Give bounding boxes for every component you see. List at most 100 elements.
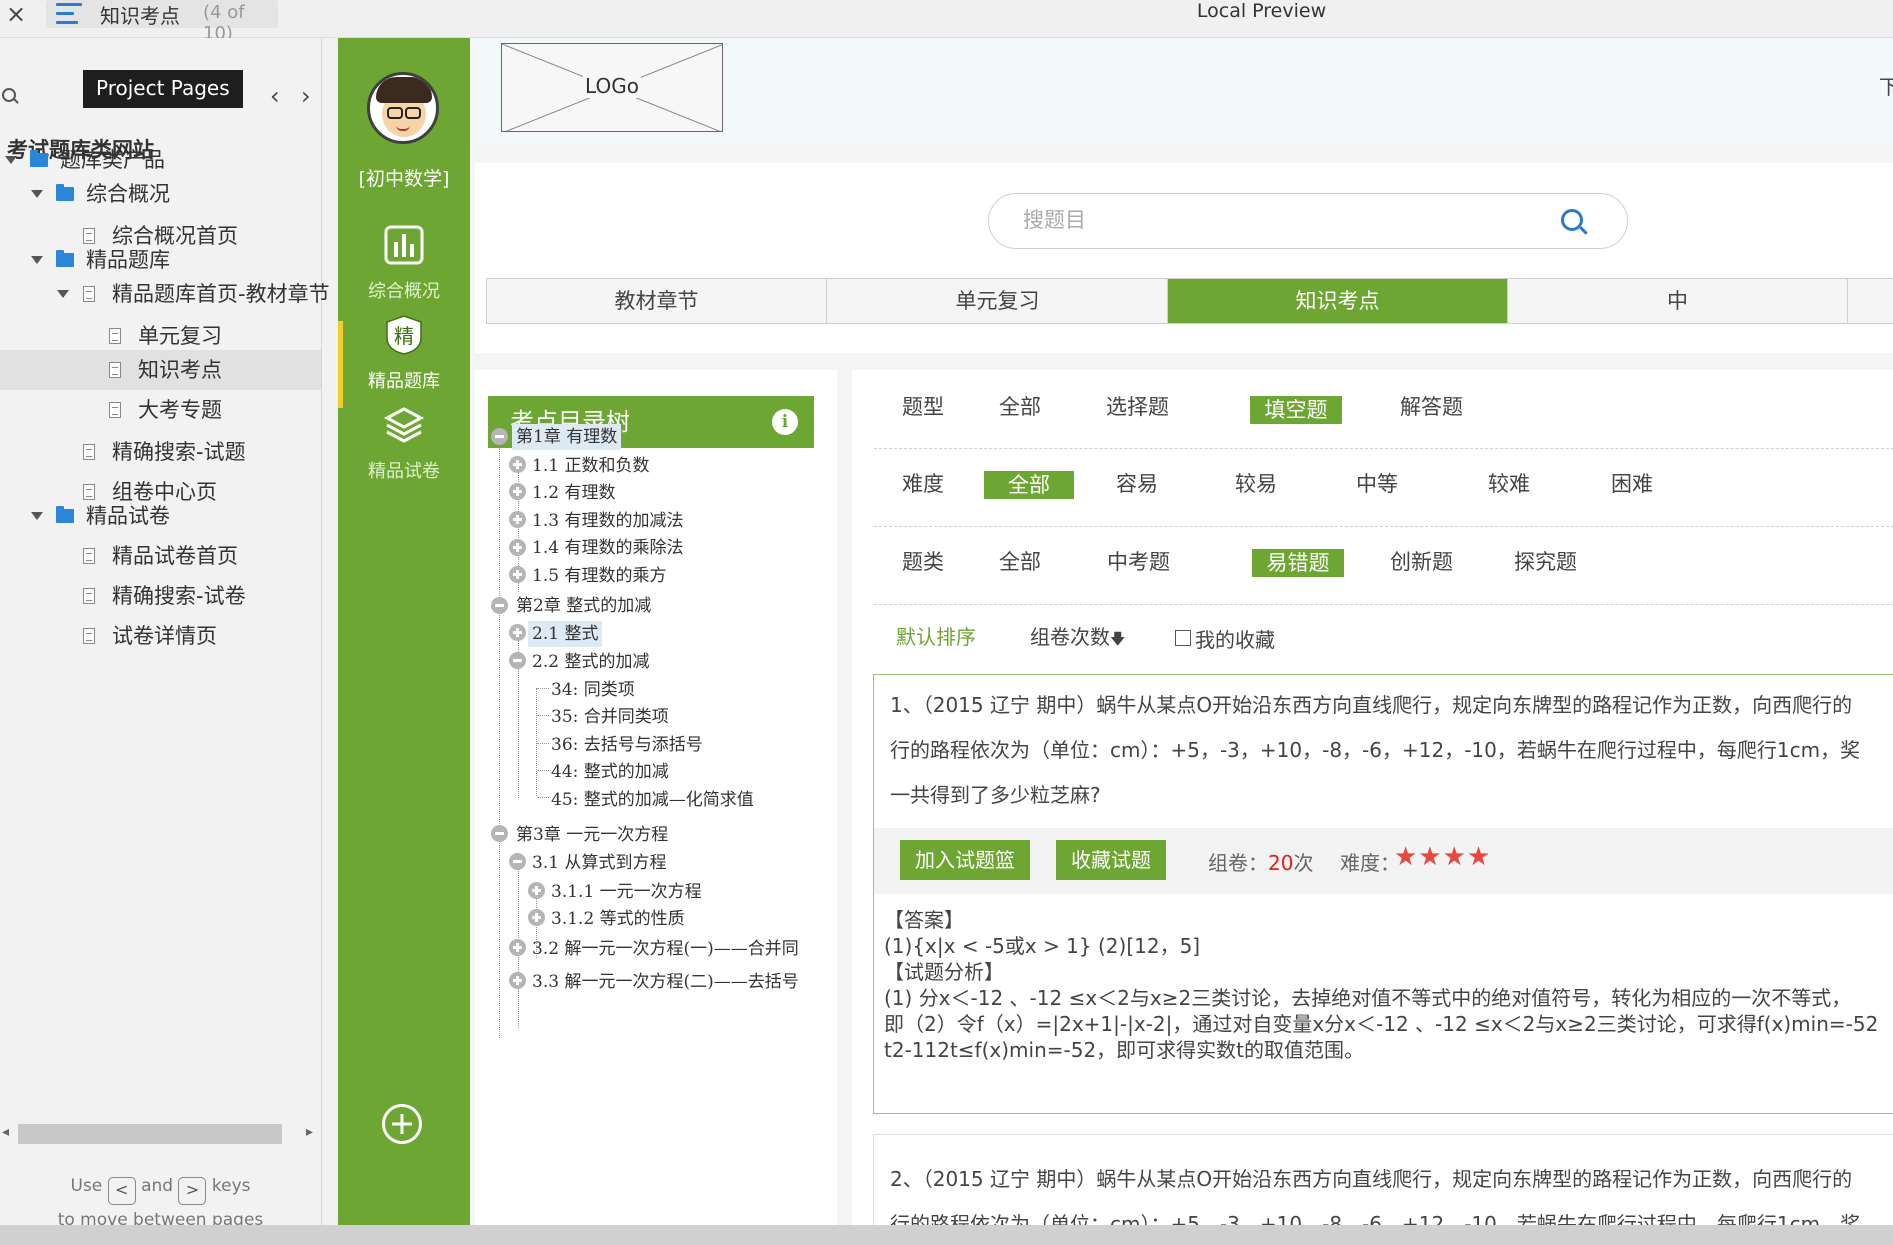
tab-textbook-chapters[interactable]: 教材章节 [487, 279, 827, 323]
next-page-arrow[interactable]: › [301, 82, 311, 110]
filter-category-all[interactable]: 全部 [999, 545, 1041, 579]
expand-icon[interactable] [509, 456, 526, 473]
tree-node-chapter-2[interactable]: 第2章 整式的加减 [516, 593, 651, 619]
collapse-icon[interactable] [491, 825, 508, 842]
tree-node-kp-44[interactable]: 44: 整式的加减 [551, 759, 669, 785]
filter-difficulty-fairly-hard[interactable]: 较难 [1488, 467, 1530, 501]
tree-node-kp-36[interactable]: 36: 去括号与添括号 [551, 732, 703, 758]
tree-node-1-3[interactable]: 1.3 有理数的加减法 [532, 508, 683, 534]
page-icon [109, 362, 121, 378]
question-actions: 加入试题篮 收藏试题 组卷：20次 难度： ★★★★ [874, 828, 1893, 894]
expand-triangle-icon[interactable] [31, 512, 43, 520]
collapse-icon[interactable] [491, 597, 508, 614]
nav-overview[interactable]: 综合概况 [338, 224, 470, 303]
filter-difficulty-easy[interactable]: 容易 [1116, 467, 1158, 501]
search-icon[interactable] [1561, 209, 1583, 231]
nav-premium-bank[interactable]: 精 精品题库 [338, 314, 470, 393]
tree-node-3-1[interactable]: 3.1 从算式到方程 [532, 850, 666, 876]
search-icon[interactable] [2, 88, 16, 102]
add-to-basket-button[interactable]: 加入试题篮 [900, 840, 1030, 880]
tree-node-3-1-1[interactable]: 3.1.1 一元一次方程 [551, 879, 702, 905]
sidebar-item-precise-search-papers[interactable]: 精确搜索-试卷 [0, 576, 321, 616]
user-avatar[interactable] [367, 72, 439, 144]
filter-type-fill-blank[interactable]: 填空题 [1250, 396, 1342, 424]
add-circle-icon[interactable] [382, 1104, 422, 1144]
tree-node-1-5[interactable]: 1.5 有理数的乘方 [532, 563, 666, 589]
tab-knowledge-points[interactable]: 知识考点 [1168, 279, 1508, 323]
tree-node-1-4[interactable]: 1.4 有理数的乘除法 [532, 535, 683, 561]
difficulty-stars: ★★★★ [1394, 842, 1492, 872]
filter-type-all[interactable]: 全部 [999, 390, 1041, 424]
expand-icon[interactable] [509, 511, 526, 528]
main-content: LOGo 下 教材章节 单元复习 知识考点 中 考点目录树 i [470, 38, 1893, 1236]
tree-node-3-2[interactable]: 3.2 解一元一次方程(一)——合并同 [532, 936, 799, 962]
tree-node-chapter-3[interactable]: 第3章 一元一次方程 [516, 822, 668, 848]
tree-node-1-2[interactable]: 1.2 有理数 [532, 480, 615, 506]
expand-icon[interactable] [509, 624, 526, 641]
horizontal-scrollbar[interactable] [18, 1124, 282, 1144]
sidebar-item-precise-search-questions[interactable]: 精确搜索-试题 [0, 432, 321, 472]
sidebar-item-premium-papers[interactable]: 精品试卷 [0, 496, 321, 536]
tree-node-kp-35[interactable]: 35: 合并同类项 [551, 704, 669, 730]
expand-triangle-icon[interactable] [31, 190, 43, 198]
subject-label[interactable]: [初中数学] [338, 164, 470, 191]
filter-row-difficulty: 难度 全部 容易 较易 中等 较难 困难 [874, 449, 1893, 527]
sort-default[interactable]: 默认排序 [896, 621, 976, 650]
expand-triangle-icon[interactable] [57, 290, 69, 298]
collapse-icon[interactable] [509, 853, 526, 870]
expand-icon[interactable] [509, 972, 526, 989]
page-icon [83, 588, 95, 604]
filter-type-choice[interactable]: 选择题 [1106, 390, 1169, 424]
filter-category-inquiry[interactable]: 探究题 [1514, 545, 1577, 579]
expand-icon[interactable] [528, 909, 545, 926]
scroll-left-arrow[interactable]: ◂ [2, 1124, 9, 1140]
tab-unit-review[interactable]: 单元复习 [828, 279, 1168, 323]
filter-type-answer[interactable]: 解答题 [1400, 390, 1463, 424]
expand-icon[interactable] [528, 882, 545, 899]
filter-difficulty-fairly-easy[interactable]: 较易 [1235, 467, 1277, 501]
collapse-icon[interactable] [491, 428, 508, 445]
favorites-checkbox[interactable] [1175, 630, 1191, 646]
sidebar-item-knowledge-points[interactable]: 知识考点 [0, 350, 321, 390]
sidebar-item-major-exam[interactable]: 大考专题 [0, 390, 321, 430]
my-favorites-filter[interactable]: 我的收藏 [1175, 624, 1275, 653]
tree-node-kp-34[interactable]: 34: 同类项 [551, 677, 635, 703]
sort-by-count[interactable]: 组卷次数🡇 [1030, 621, 1125, 654]
favorite-question-button[interactable]: 收藏试题 [1056, 840, 1166, 880]
tab-more[interactable]: 中 [1508, 279, 1848, 323]
filter-difficulty-all[interactable]: 全部 [984, 471, 1074, 499]
tree-node-chapter-1[interactable]: 第1章 有理数 [512, 424, 622, 450]
tree-node-2-2[interactable]: 2.2 整式的加减 [532, 649, 649, 675]
tree-node-2-1[interactable]: 2.1 整式 [528, 621, 603, 647]
sidebar-item-paper-details[interactable]: 试卷详情页 [0, 616, 321, 656]
expand-triangle-icon[interactable] [31, 256, 43, 264]
filter-category-innovative[interactable]: 创新题 [1390, 545, 1453, 579]
expand-icon[interactable] [509, 939, 526, 956]
bottom-scrollbar[interactable] [0, 1225, 1893, 1245]
sidebar-item-overview[interactable]: 综合概况 [0, 174, 321, 214]
filter-difficulty-medium[interactable]: 中等 [1356, 467, 1398, 501]
filter-category-zhongkao[interactable]: 中考题 [1107, 545, 1170, 579]
expand-triangle-icon[interactable] [5, 156, 17, 164]
expand-icon[interactable] [509, 539, 526, 556]
nav-premium-papers[interactable]: 精品试卷 [338, 404, 470, 483]
scroll-right-arrow[interactable]: ▸ [306, 1124, 313, 1140]
filter-difficulty-hard[interactable]: 困难 [1611, 467, 1653, 501]
logo-placeholder[interactable]: LOGo [501, 43, 723, 132]
collapse-icon[interactable] [509, 652, 526, 669]
tree-node-kp-45[interactable]: 45: 整式的加减—化简求值 [551, 787, 754, 813]
expand-icon[interactable] [509, 483, 526, 500]
tree-node-3-1-2[interactable]: 3.1.2 等式的性质 [551, 906, 685, 932]
previous-page-arrow[interactable]: ‹ [270, 82, 280, 110]
sidebar-item-premium-papers-home[interactable]: 精品试卷首页 [0, 536, 321, 576]
tree-node-1-1[interactable]: 1.1 正数和负数 [532, 453, 649, 479]
search-input[interactable] [1023, 206, 1543, 236]
expand-icon[interactable] [509, 566, 526, 583]
header-link[interactable]: 下 [1879, 71, 1893, 100]
tree-node-3-3[interactable]: 3.3 解一元一次方程(二)——去括号 [532, 969, 799, 995]
filter-category-error-prone[interactable]: 易错题 [1252, 549, 1344, 577]
info-icon[interactable]: i [772, 409, 798, 435]
sidebar-item-premium-bank-home[interactable]: 精品题库首页-教材章节 [0, 274, 330, 314]
analysis-text: t2-112t≤f(x)min=-52，即可求得实数t的取值范围。 [884, 1038, 1365, 1062]
sidebar-item-label: 大考专题 [138, 398, 222, 422]
